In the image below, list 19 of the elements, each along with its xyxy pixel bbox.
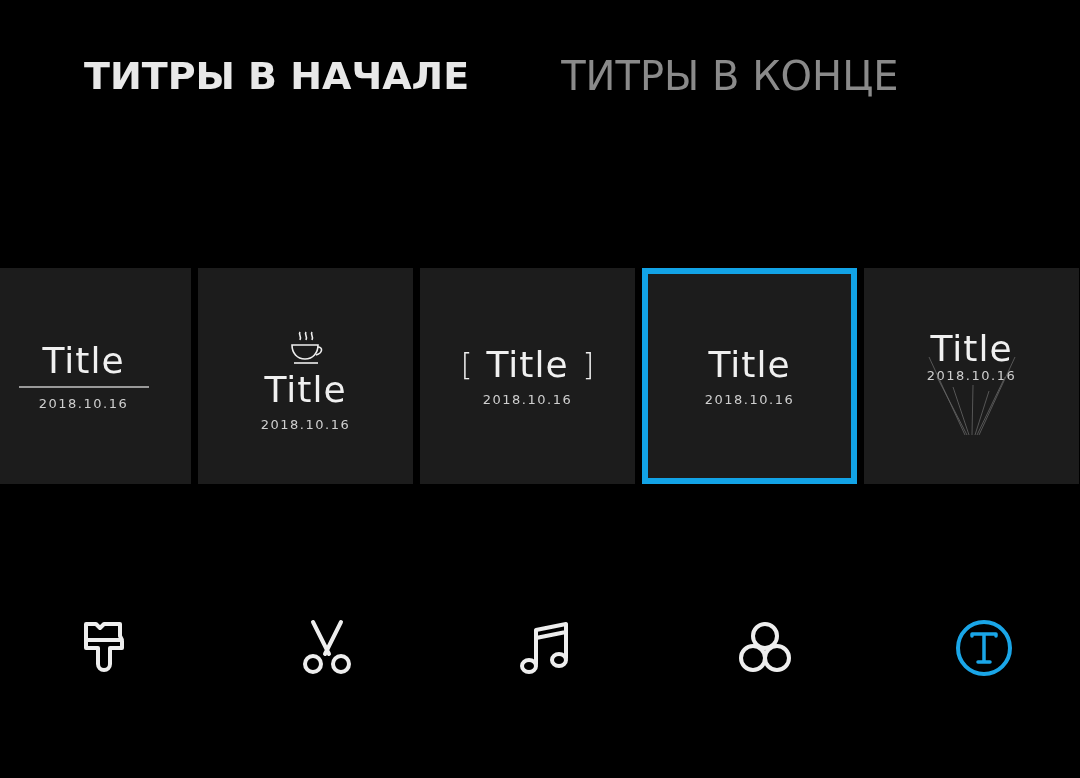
tab[interactable]: ТИТРЫ В НАЧАЛЕ [84,50,470,102]
template-date: 2018.10.16 [926,368,1017,384]
title-template[interactable]: Title 2018.10.16 [198,268,413,484]
template-date: 2018.10.16 [38,396,129,412]
template-title: Title [930,328,1013,369]
bracket: [ [460,347,473,382]
template-title: Title [264,369,347,410]
template-title: Title [42,340,125,381]
template-title: Title [708,344,791,385]
title-template[interactable]: Title 2018.10.16 [0,268,191,484]
bracket: ] [582,347,595,382]
template-date: 2018.10.16 [704,392,795,408]
template-date: 2018.10.16 [482,392,573,408]
template-title: Title [486,344,569,385]
title-template[interactable]: Title 2018.10.16 [864,268,1079,484]
title-template[interactable]: Title 2018.10.16 [642,268,857,484]
template-date: 2018.10.16 [260,417,351,433]
tab[interactable]: ТИТРЫ В КОНЦЕ [561,50,899,102]
title-template[interactable]: [ Title ] 2018.10.16 [420,268,635,484]
